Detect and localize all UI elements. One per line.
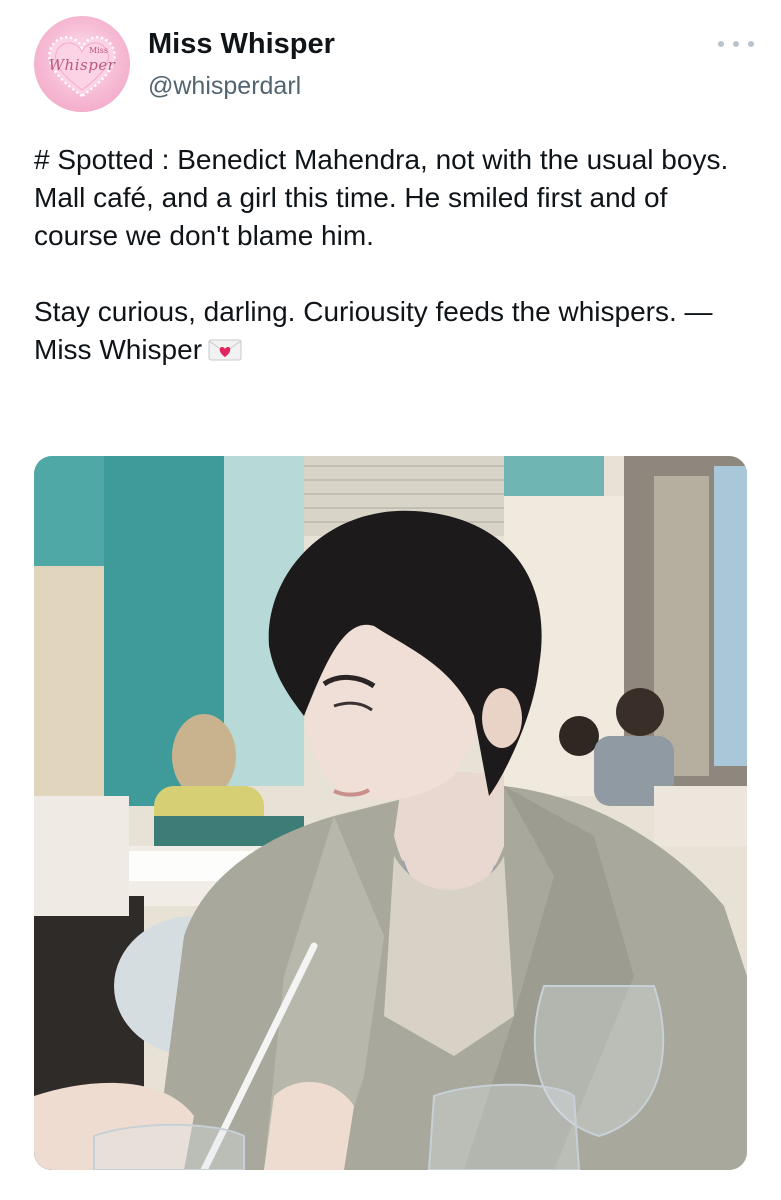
- tweet-paragraph-2-text: Stay curious, darling. Curiousity feeds …: [34, 296, 713, 365]
- tweet: Miss Whisper Miss Whisper @whisperdarl #…: [0, 0, 781, 1200]
- tweet-paragraph-2: Stay curious, darling. Curiousity feeds …: [34, 293, 754, 369]
- user-handle[interactable]: @whisperdarl: [148, 72, 301, 101]
- tweet-text: # Spotted : Benedict Mahendra, not with …: [34, 141, 754, 369]
- display-name[interactable]: Miss Whisper: [148, 28, 335, 61]
- tweet-photo[interactable]: [34, 456, 747, 1170]
- more-dot: [748, 41, 754, 47]
- avatar-logo-small: Miss: [89, 46, 108, 55]
- more-options-button[interactable]: [718, 30, 754, 58]
- avatar-logo-text: Whisper: [48, 56, 116, 74]
- avatar[interactable]: Miss Whisper: [34, 16, 130, 112]
- tweet-paragraph-1: # Spotted : Benedict Mahendra, not with …: [34, 144, 729, 251]
- more-dot: [733, 41, 739, 47]
- more-horizontal-icon: [718, 41, 724, 47]
- photo-image: [34, 456, 747, 1170]
- love-letter-icon: [208, 339, 242, 361]
